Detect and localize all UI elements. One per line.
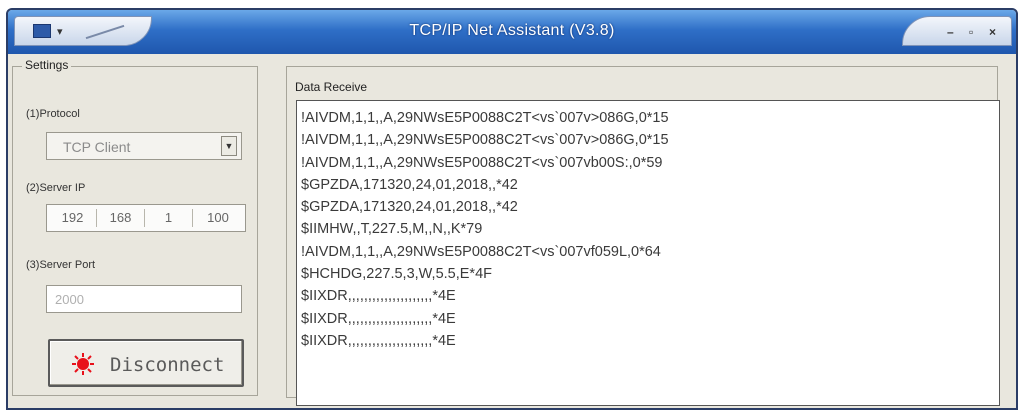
received-line: $IIXDR,,,,,,,,,,,,,,,,,,,,,*4E [301,310,456,327]
received-data-textarea[interactable]: !AIVDM,1,1,,A,29NWsE5P0088C2T<vs`007v>08… [296,100,1000,406]
server-port-label: (3)Server Port [26,259,96,271]
window-title: TCP/IP Net Assistant (V3.8) [409,22,615,39]
disconnect-button[interactable]: Disconnect [48,339,244,387]
received-line: $GPZDA,171320,24,01,2018,,*42 [301,176,518,193]
received-line: $IIMHW,,T,227.5,M,,N,,K*79 [301,221,483,238]
received-line: $IIXDR,,,,,,,,,,,,,,,,,,,,,*4E [301,332,456,349]
data-receive-legend: Data Receive [292,80,371,94]
title-bar[interactable]: ▾ TCP/IP Net Assistant (V3.8) – ▫ × [8,10,1016,54]
server-ip-input[interactable]: 192 168 1 100 [46,204,246,232]
received-line: !AIVDM,1,1,,A,29NWsE5P0088C2T<vs`007vf05… [301,243,661,260]
received-line: !AIVDM,1,1,,A,29NWsE5P0088C2T<vs`007v>08… [301,132,669,149]
protocol-label: (1)Protocol [26,108,80,120]
received-line: !AIVDM,1,1,,A,29NWsE5P0088C2T<vs`007v>08… [301,110,669,126]
received-line: $HCHDG,227.5,3,W,5.5,E*4F [301,266,492,283]
maximize-icon[interactable]: ▫ [969,25,973,39]
ip-octet-2[interactable]: 168 [97,209,145,227]
window-controls: – ▫ × [902,16,1012,46]
received-line: !AIVDM,1,1,,A,29NWsE5P0088C2T<vs`007vb00… [301,154,663,171]
server-port-input[interactable]: 2000 [46,285,242,313]
dropdown-arrow-icon[interactable]: ▼ [221,136,237,156]
connection-led-icon [72,353,94,375]
received-line: $IIXDR,,,,,,,,,,,,,,,,,,,,,*4E [301,288,456,305]
received-line: $GPZDA,171320,24,01,2018,,*42 [301,199,518,216]
close-icon[interactable]: × [989,25,996,39]
server-ip-label: (2)Server IP [26,182,86,194]
server-port-value: 2000 [55,292,84,307]
protocol-select[interactable]: TCP Client ▼ [46,132,242,160]
disconnect-label: Disconnect [110,354,225,376]
settings-legend: Settings [22,58,72,72]
ip-octet-3[interactable]: 1 [145,209,193,227]
protocol-value: TCP Client [63,139,131,155]
ip-octet-1[interactable]: 192 [49,209,97,227]
minimize-icon[interactable]: – [947,25,954,39]
ip-octet-4[interactable]: 100 [193,209,243,227]
